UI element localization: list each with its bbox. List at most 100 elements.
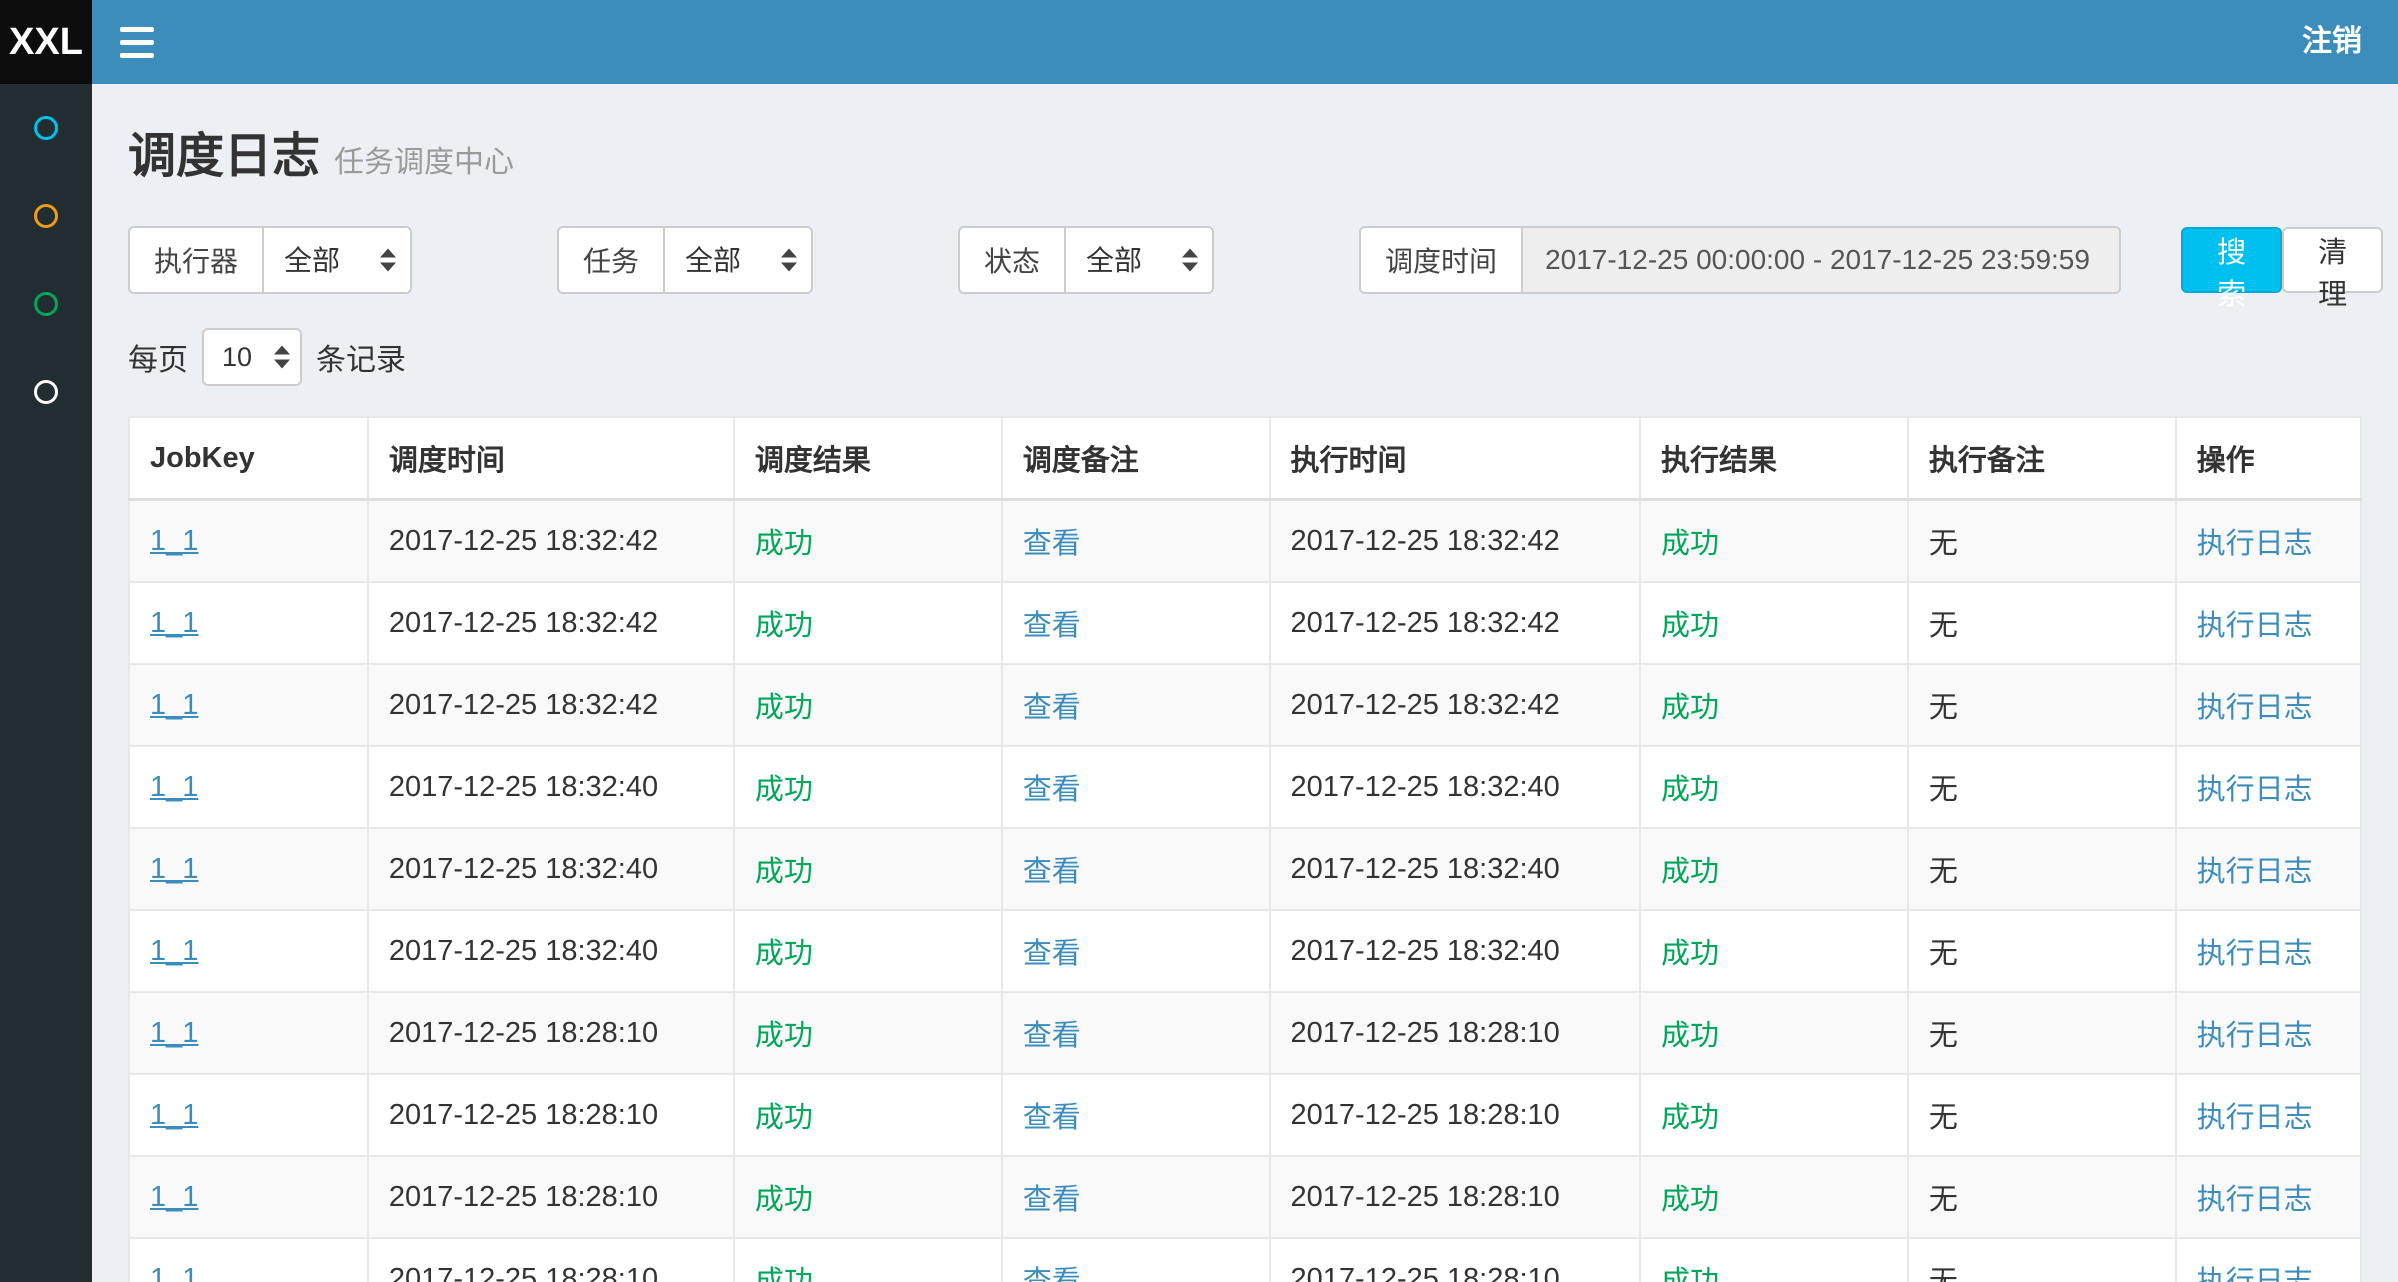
view-trigger-msg-link[interactable]: 查看 <box>1023 1102 1081 1134</box>
jobkey-link[interactable]: 1_1 <box>150 935 198 967</box>
jobkey-link[interactable]: 1_1 <box>150 771 198 803</box>
view-trigger-msg-link[interactable]: 查看 <box>1023 1020 1081 1052</box>
table-row: 1_1 2017-12-25 18:32:40 成功 查看 2017-12-25… <box>129 746 2361 828</box>
page-size-prefix: 每页 <box>128 335 188 379</box>
handle-result-cell: 成功 <box>1640 910 1908 992</box>
exec-log-link[interactable]: 执行日志 <box>2197 856 2313 888</box>
filter-row: 执行器 全部 任务 全部 状态 全部 <box>128 226 2362 294</box>
search-button[interactable]: 搜索 <box>2181 227 2282 293</box>
action-cell: 执行日志 <box>2176 664 2361 746</box>
exec-log-link[interactable]: 执行日志 <box>2197 692 2313 724</box>
handle-time-cell: 2017-12-25 18:28:10 <box>1270 992 1641 1074</box>
view-trigger-msg-link[interactable]: 查看 <box>1023 856 1081 888</box>
trigger-time-range-input[interactable] <box>1521 226 2121 294</box>
sidebar-item-help[interactable] <box>0 348 92 436</box>
filter-executor-select[interactable]: 全部 <box>262 226 412 294</box>
handle-result-cell: 成功 <box>1640 1238 1908 1282</box>
exec-log-link[interactable]: 执行日志 <box>2197 1266 2313 1282</box>
handle-result-cell: 成功 <box>1640 828 1908 910</box>
jobkey-link[interactable]: 1_1 <box>150 1263 198 1282</box>
col-trigger-time: 调度时间 <box>368 417 734 500</box>
filter-job-select[interactable]: 全部 <box>663 226 813 294</box>
table-row: 1_1 2017-12-25 18:32:42 成功 查看 2017-12-25… <box>129 500 2361 583</box>
page-size-select[interactable]: 10 <box>202 328 302 386</box>
jobkey-link[interactable]: 1_1 <box>150 1017 198 1049</box>
exec-log-link[interactable]: 执行日志 <box>2197 1184 2313 1216</box>
trigger-time-cell: 2017-12-25 18:32:42 <box>368 500 734 583</box>
col-handle-result: 执行结果 <box>1640 417 1908 500</box>
col-trigger-result: 调度结果 <box>734 417 1002 500</box>
jobkey-link[interactable]: 1_1 <box>150 853 198 885</box>
jobkey-link[interactable]: 1_1 <box>150 607 198 639</box>
table-row: 1_1 2017-12-25 18:28:10 成功 查看 2017-12-25… <box>129 1156 2361 1238</box>
trigger-msg-cell: 查看 <box>1002 500 1270 583</box>
jobkey-link[interactable]: 1_1 <box>150 1099 198 1131</box>
circle-outline-icon <box>34 116 58 140</box>
table-row: 1_1 2017-12-25 18:32:40 成功 查看 2017-12-25… <box>129 910 2361 992</box>
page-title: 调度日志 <box>128 116 320 186</box>
trigger-time-cell: 2017-12-25 18:32:40 <box>368 746 734 828</box>
filter-executor-label: 执行器 <box>128 226 264 294</box>
sidebar-item-job-log[interactable] <box>0 260 92 348</box>
table-row: 1_1 2017-12-25 18:28:10 成功 查看 2017-12-25… <box>129 992 2361 1074</box>
sidebar-item-job-manage[interactable] <box>0 172 92 260</box>
navbar-main: 注销 <box>92 0 2398 84</box>
trigger-result-cell: 成功 <box>734 910 1002 992</box>
trigger-msg-cell: 查看 <box>1002 1074 1270 1156</box>
action-cell: 执行日志 <box>2176 500 2361 583</box>
trigger-time-cell: 2017-12-25 18:32:40 <box>368 828 734 910</box>
action-cell: 执行日志 <box>2176 1238 2361 1282</box>
view-trigger-msg-link[interactable]: 查看 <box>1023 774 1081 806</box>
col-action: 操作 <box>2176 417 2361 500</box>
table-header-row: JobKey 调度时间 调度结果 调度备注 执行时间 执行结果 执行备注 操作 <box>129 417 2361 500</box>
logout-link[interactable]: 注销 <box>2266 0 2398 84</box>
handle-msg-cell: 无 <box>1908 910 2176 992</box>
circle-outline-icon <box>34 292 58 316</box>
view-trigger-msg-link[interactable]: 查看 <box>1023 1184 1081 1216</box>
exec-log-link[interactable]: 执行日志 <box>2197 774 2313 806</box>
exec-log-link[interactable]: 执行日志 <box>2197 938 2313 970</box>
handle-msg-cell: 无 <box>1908 992 2176 1074</box>
exec-log-link[interactable]: 执行日志 <box>2197 1020 2313 1052</box>
filter-executor-group: 执行器 全部 <box>128 226 412 294</box>
sidebar-toggle-icon[interactable] <box>92 0 182 84</box>
jobkey-link[interactable]: 1_1 <box>150 1181 198 1213</box>
app-logo[interactable]: XXL <box>0 0 92 84</box>
action-cell: 执行日志 <box>2176 746 2361 828</box>
col-handle-time: 执行时间 <box>1270 417 1641 500</box>
handle-result-cell: 成功 <box>1640 1074 1908 1156</box>
view-trigger-msg-link[interactable]: 查看 <box>1023 528 1081 560</box>
jobkey-cell: 1_1 <box>129 1074 368 1156</box>
page-size-suffix: 条记录 <box>316 335 406 379</box>
trigger-result-cell: 成功 <box>734 1156 1002 1238</box>
trigger-result-cell: 成功 <box>734 582 1002 664</box>
jobkey-cell: 1_1 <box>129 664 368 746</box>
table-row: 1_1 2017-12-25 18:32:42 成功 查看 2017-12-25… <box>129 664 2361 746</box>
view-trigger-msg-link[interactable]: 查看 <box>1023 692 1081 724</box>
filter-status-select[interactable]: 全部 <box>1064 226 1214 294</box>
filter-job-group: 任务 全部 <box>557 226 813 294</box>
exec-log-link[interactable]: 执行日志 <box>2197 1102 2313 1134</box>
jobkey-cell: 1_1 <box>129 1238 368 1282</box>
handle-msg-cell: 无 <box>1908 1238 2176 1282</box>
handle-time-cell: 2017-12-25 18:28:10 <box>1270 1156 1641 1238</box>
view-trigger-msg-link[interactable]: 查看 <box>1023 1266 1081 1282</box>
handle-msg-cell: 无 <box>1908 582 2176 664</box>
handle-result-cell: 成功 <box>1640 582 1908 664</box>
filter-time-group: 调度时间 <box>1359 226 2121 294</box>
action-cell: 执行日志 <box>2176 1074 2361 1156</box>
trigger-result-cell: 成功 <box>734 500 1002 583</box>
jobkey-link[interactable]: 1_1 <box>150 689 198 721</box>
handle-result-cell: 成功 <box>1640 746 1908 828</box>
view-trigger-msg-link[interactable]: 查看 <box>1023 610 1081 642</box>
view-trigger-msg-link[interactable]: 查看 <box>1023 938 1081 970</box>
action-cell: 执行日志 <box>2176 582 2361 664</box>
exec-log-link[interactable]: 执行日志 <box>2197 610 2313 642</box>
exec-log-link[interactable]: 执行日志 <box>2197 528 2313 560</box>
page-header: 调度日志 任务调度中心 <box>128 116 2362 186</box>
clear-button[interactable]: 清理 <box>2282 227 2383 293</box>
col-jobkey: JobKey <box>129 417 368 500</box>
sidebar-item-dashboard[interactable] <box>0 84 92 172</box>
trigger-time-cell: 2017-12-25 18:28:10 <box>368 1074 734 1156</box>
jobkey-link[interactable]: 1_1 <box>150 525 198 557</box>
